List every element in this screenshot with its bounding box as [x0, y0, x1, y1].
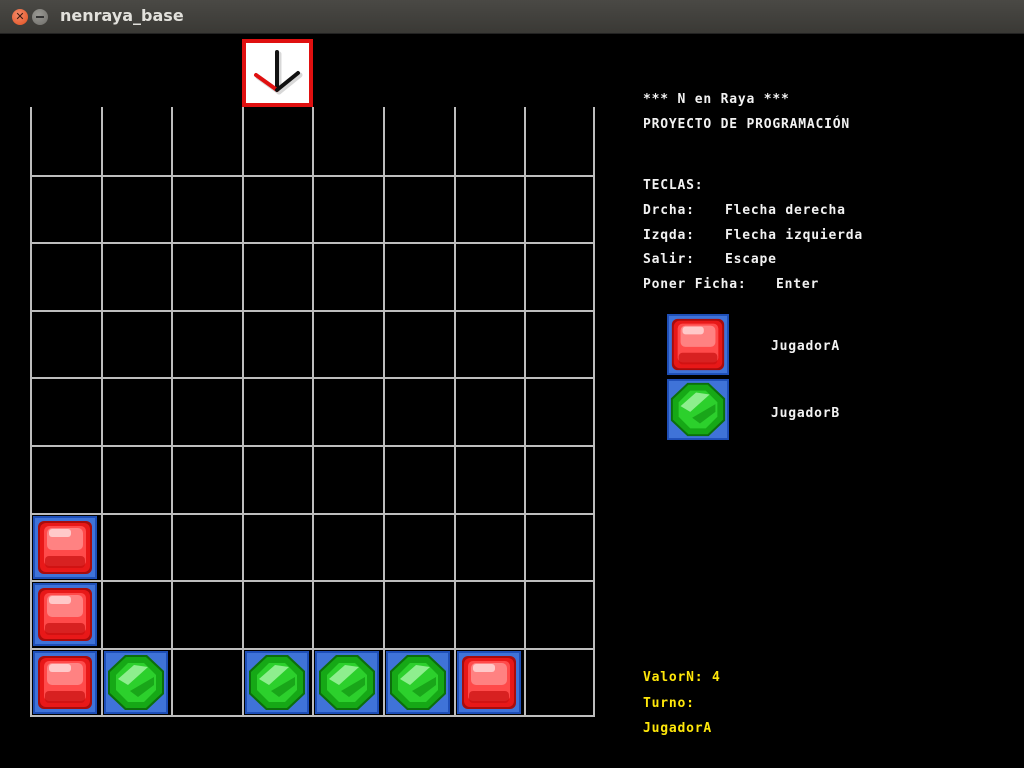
- valor-n: ValorN: 4: [643, 670, 721, 685]
- grid-line-horizontal: [30, 242, 595, 245]
- game-subtitle: PROYECTO DE PROGRAMACIÓN: [643, 117, 851, 132]
- grid-line-horizontal: [30, 715, 595, 718]
- legend-player-b: JugadorB: [771, 406, 841, 421]
- green-piece: [244, 650, 309, 714]
- key-right-value: Flecha derecha: [725, 203, 846, 218]
- key-place-label: Poner Ficha:: [643, 277, 747, 292]
- grid-line-horizontal: [30, 445, 595, 447]
- grid-line-vertical: [30, 107, 32, 716]
- keys-header: TECLAS:: [643, 178, 704, 193]
- green-piece: [103, 650, 168, 714]
- grid-line-vertical: [100, 107, 103, 716]
- game-title: *** N en Raya ***: [643, 92, 790, 107]
- key-exit-label: Salir:: [643, 252, 695, 267]
- red-piece: [33, 650, 97, 714]
- grid-line-horizontal: [30, 377, 595, 380]
- green-gem-icon: [667, 379, 729, 440]
- title-bar: ✕ nenraya_base: [0, 0, 1024, 34]
- key-right-label: Drcha:: [643, 203, 695, 218]
- grid-line-horizontal: [30, 647, 595, 650]
- grid-line-horizontal: [30, 174, 595, 177]
- turno-label: Turno:: [643, 696, 695, 711]
- turno-value: JugadorA: [643, 721, 713, 736]
- grid-line-vertical: [524, 107, 527, 716]
- green-piece: [315, 650, 380, 714]
- grid-line-vertical: [453, 107, 456, 716]
- game-board[interactable]: [30, 107, 595, 718]
- grid-line-vertical: [383, 107, 385, 716]
- key-exit-value: Escape: [725, 252, 777, 267]
- grid-line-vertical: [312, 107, 315, 716]
- key-left-value: Flecha izquierda: [725, 228, 864, 243]
- column-selector[interactable]: [241, 39, 313, 107]
- close-button[interactable]: ✕: [12, 9, 28, 25]
- grid-line-horizontal: [30, 580, 595, 583]
- close-icon: ✕: [15, 10, 25, 23]
- grid-line-vertical: [241, 107, 244, 716]
- red-piece: [33, 515, 97, 579]
- minimize-icon: [36, 16, 44, 18]
- red-gem-icon: [667, 314, 729, 375]
- grid-line-horizontal: [30, 512, 595, 515]
- down-arrow-icon: [253, 50, 303, 95]
- minimize-button[interactable]: [32, 9, 48, 25]
- red-piece: [456, 650, 521, 714]
- green-piece: [386, 650, 450, 714]
- legend-player-a: JugadorA: [771, 339, 841, 354]
- grid-line-vertical: [171, 107, 174, 716]
- key-left-label: Izqda:: [643, 228, 695, 243]
- grid-line-vertical: [593, 107, 595, 716]
- red-piece: [33, 583, 97, 647]
- key-place-value: Enter: [776, 277, 820, 292]
- grid-line-horizontal: [30, 309, 595, 312]
- window-title: nenraya_base: [60, 6, 184, 25]
